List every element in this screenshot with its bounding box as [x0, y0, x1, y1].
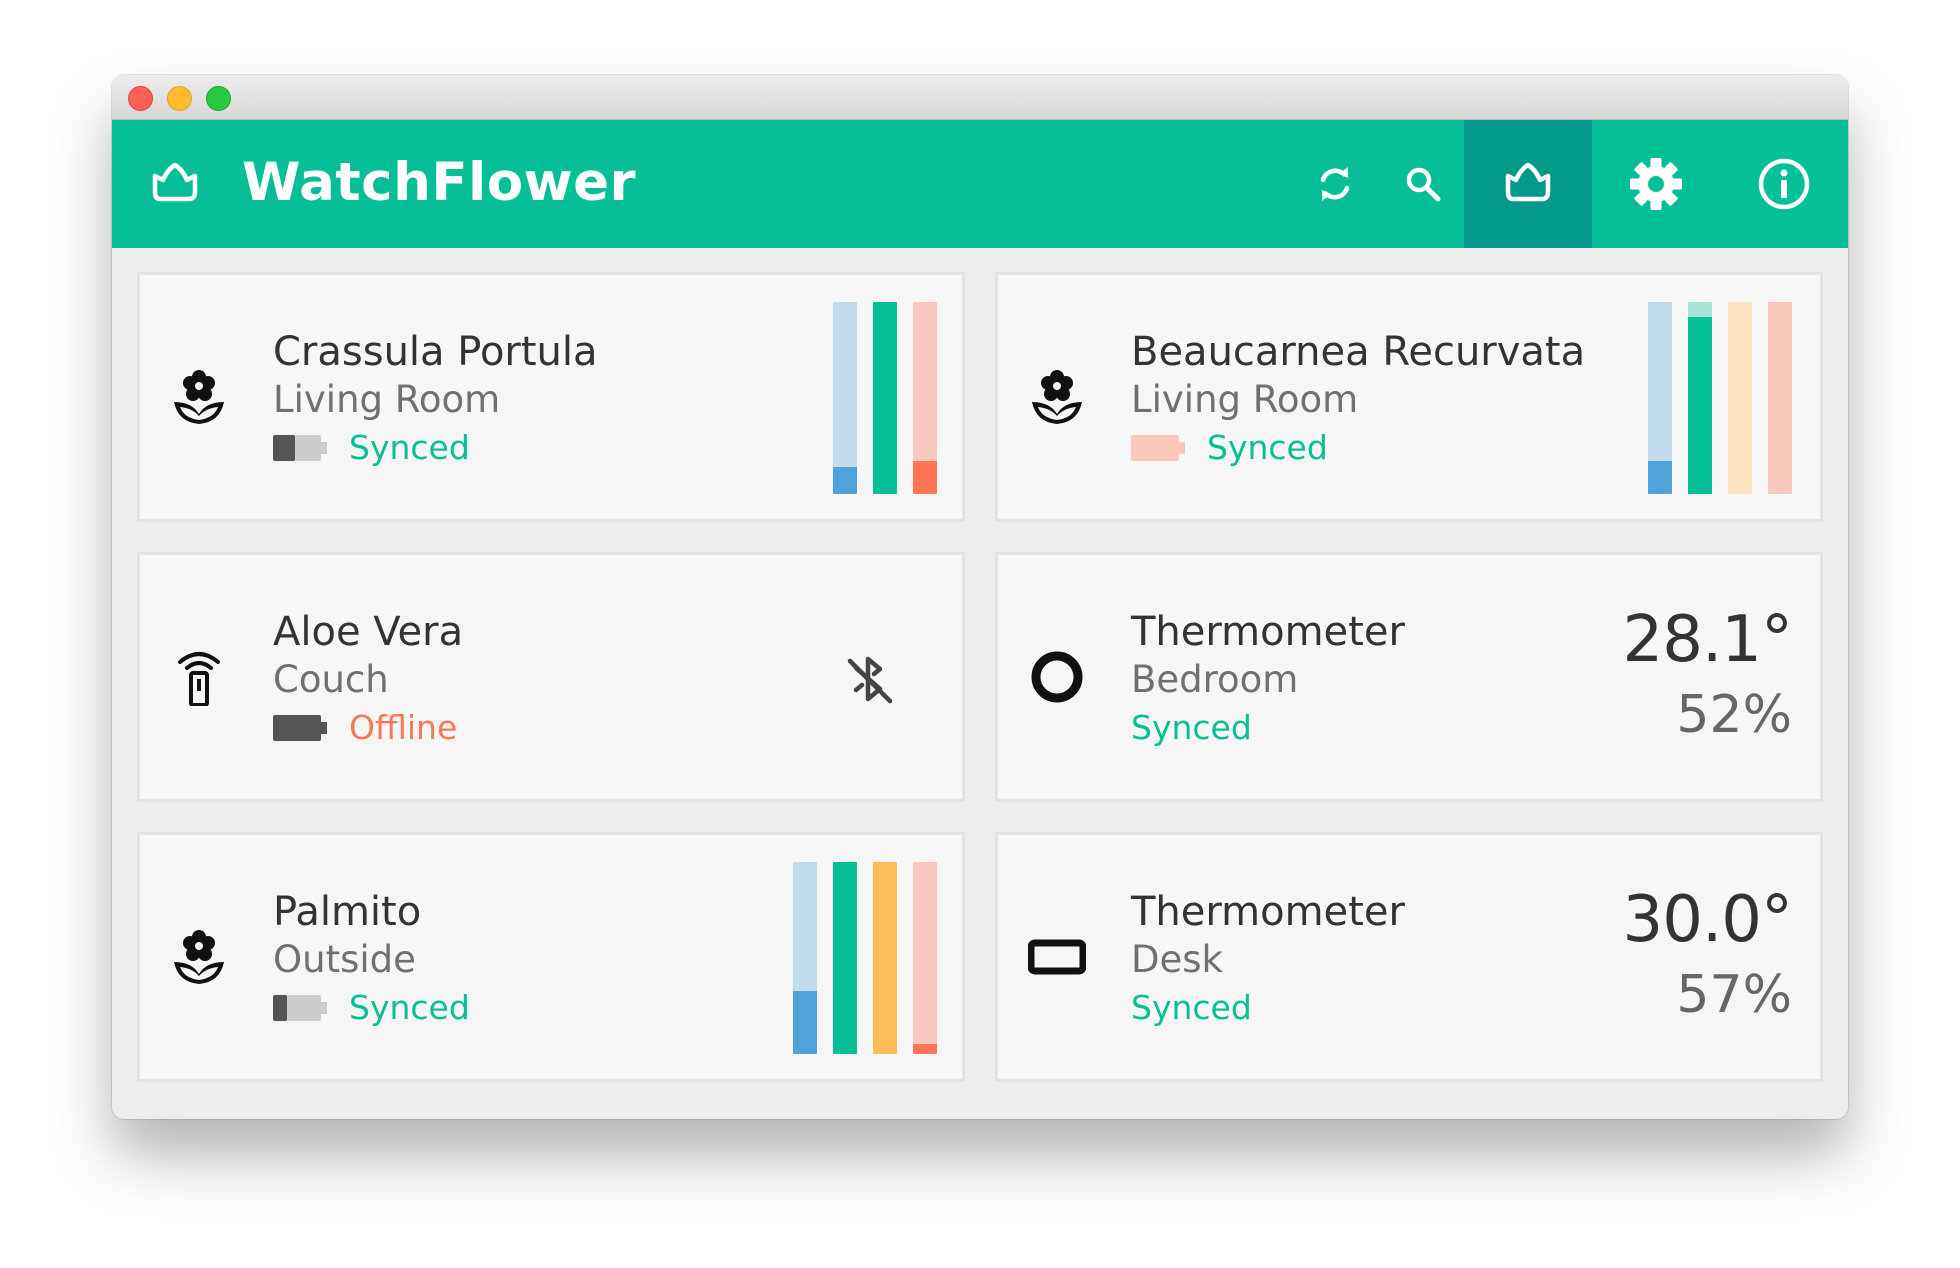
device-status-row: Offline [273, 705, 457, 751]
device-name: Aloe Vera [273, 609, 464, 655]
window-maximize-button[interactable] [206, 86, 231, 111]
device-status-row: Synced [273, 425, 470, 471]
app-logo-icon [152, 162, 198, 202]
device-location: Couch [273, 658, 389, 701]
gear-icon [1630, 158, 1682, 210]
sensor-bar-light [873, 862, 897, 1054]
app-title: WatchFlower [242, 152, 637, 213]
battery-icon [273, 435, 327, 461]
status-text: Synced [1131, 708, 1252, 747]
device-name: Thermometer [1131, 889, 1405, 935]
device-card-thermometer-desk[interactable]: Thermometer Desk Synced 30.0° 57% [995, 832, 1823, 1082]
device-status-row: Synced [273, 985, 470, 1031]
flower-outline-icon [1505, 162, 1551, 202]
sensor-readings: 30.0° 57% [1623, 880, 1793, 1030]
temperature-value: 28.1° [1622, 603, 1793, 677]
status-text: Offline [349, 708, 458, 747]
sensor-bar-light [1728, 302, 1752, 494]
device-name: Thermometer [1131, 609, 1405, 655]
app-header: WatchFlower [112, 120, 1848, 248]
device-card-thermometer-bedroom[interactable]: Thermometer Bedroom Synced 28.1° 52% [995, 552, 1823, 802]
refresh-icon [1320, 167, 1350, 201]
sensor-bar-fertility [873, 302, 897, 494]
device-status-row: Synced [1131, 425, 1328, 471]
sensor-bar-water [833, 302, 857, 494]
battery-icon [273, 995, 327, 1021]
flower-icon [174, 930, 224, 984]
flower-icon [1032, 370, 1082, 424]
device-location: Living Room [273, 378, 501, 421]
window-titlebar[interactable] [112, 75, 1848, 120]
status-text: Synced [349, 988, 470, 1027]
about-button[interactable] [1720, 120, 1848, 248]
humidity-value: 52% [1676, 685, 1792, 745]
refresh-button[interactable] [1290, 120, 1380, 248]
device-location: Bedroom [1131, 658, 1299, 701]
sensor-bar-temperature [1768, 302, 1792, 494]
device-card-crassula-portula[interactable]: Crassula Portula Living Room Synced [137, 272, 965, 522]
status-text: Synced [1131, 988, 1252, 1027]
device-name: Crassula Portula [273, 329, 598, 375]
sensor-bar-water [1648, 302, 1672, 494]
devices-tab-button[interactable] [1464, 120, 1592, 248]
status-text: Synced [1207, 428, 1328, 467]
sensor-bar-fertility [833, 862, 857, 1054]
device-status-row: Synced [1131, 985, 1252, 1031]
sensor-bar-fertility-fill [873, 302, 897, 494]
settings-button[interactable] [1592, 120, 1720, 248]
temperature-value: 30.0° [1622, 883, 1793, 957]
app-window: WatchFlower Crassula Portula Living Room… [112, 75, 1848, 1119]
sensor-bar-water-fill [833, 467, 857, 494]
sensor-readings: 28.1° 52% [1623, 600, 1793, 750]
rectangle-thermometer-icon [1028, 939, 1086, 975]
device-status-row: Synced [1131, 705, 1252, 751]
search-button[interactable] [1378, 120, 1468, 248]
sensor-bar-temperature-fill [913, 1044, 937, 1054]
sensor-bar-water-fill [1648, 461, 1672, 494]
round-thermometer-icon [1031, 651, 1083, 703]
remote-sensor-icon [178, 652, 220, 706]
search-icon [1406, 167, 1441, 202]
info-icon [1758, 158, 1810, 210]
humidity-value: 57% [1676, 965, 1792, 1025]
sensor-bar-fertility [1688, 302, 1712, 494]
sensor-bar-temperature-fill [913, 461, 937, 494]
device-location: Desk [1131, 938, 1223, 981]
sensor-bar-fertility-fill [833, 862, 857, 1054]
battery-full-icon [273, 715, 327, 741]
status-text: Synced [349, 428, 470, 467]
sensor-bar-water [793, 862, 817, 1054]
sensor-bar-temperature [913, 862, 937, 1054]
device-location: Living Room [1131, 378, 1359, 421]
flower-icon [174, 370, 224, 424]
device-card-beaucarnea-recurvata[interactable]: Beaucarnea Recurvata Living Room Synced [995, 272, 1823, 522]
sensor-bar-water-fill [793, 991, 817, 1054]
bluetooth-off-icon [847, 656, 893, 704]
device-card-aloe-vera[interactable]: Aloe Vera Couch Offline [137, 552, 965, 802]
sensor-bar-fertility-fill [1688, 317, 1712, 494]
device-name: Beaucarnea Recurvata [1131, 329, 1586, 375]
device-name: Palmito [273, 889, 422, 935]
sensor-bar-light-fill [873, 862, 897, 1054]
device-card-palmito[interactable]: Palmito Outside Synced [137, 832, 965, 1082]
window-close-button[interactable] [128, 86, 153, 111]
device-location: Outside [273, 938, 416, 981]
window-minimize-button[interactable] [167, 86, 192, 111]
battery-empty-icon [1131, 435, 1185, 461]
sensor-bar-temperature [913, 302, 937, 494]
